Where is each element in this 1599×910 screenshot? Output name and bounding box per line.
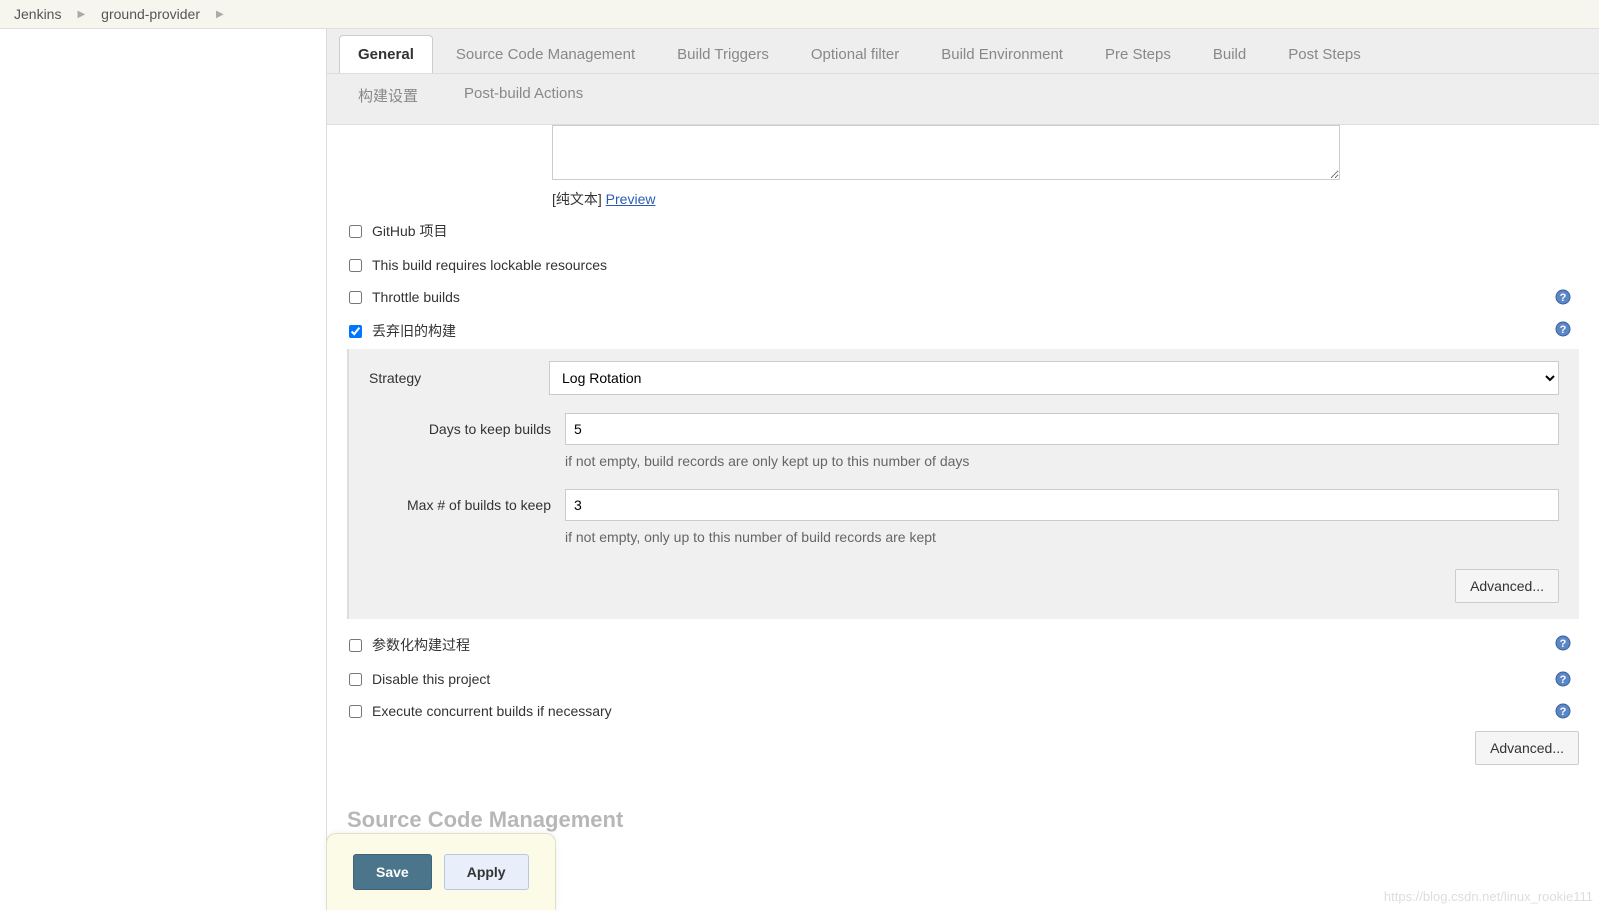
save-button[interactable]: Save	[353, 854, 432, 890]
tab-general[interactable]: General	[339, 35, 433, 73]
throttle-checkbox[interactable]	[349, 291, 362, 304]
description-textarea[interactable]	[552, 125, 1340, 180]
parameterized-label[interactable]: 参数化构建过程	[372, 635, 470, 655]
help-icon[interactable]: ?	[1555, 289, 1571, 305]
tab-scm[interactable]: Source Code Management	[437, 35, 654, 73]
github-project-checkbox[interactable]	[349, 225, 362, 238]
tab-post-build-actions[interactable]: Post-build Actions	[445, 74, 602, 116]
option-github-project: GitHub 项目	[347, 213, 1579, 249]
option-parameterized: 参数化构建过程 ?	[347, 627, 1579, 663]
svg-text:?: ?	[1560, 292, 1567, 304]
tab-build-environment[interactable]: Build Environment	[922, 35, 1082, 73]
tab-build-triggers[interactable]: Build Triggers	[658, 35, 788, 73]
breadcrumb-jenkins[interactable]: Jenkins	[14, 6, 61, 22]
help-icon[interactable]: ?	[1555, 635, 1571, 651]
lockable-checkbox[interactable]	[349, 259, 362, 272]
option-discard-old-builds: 丢弃旧的构建 ?	[347, 313, 1579, 349]
svg-text:?: ?	[1560, 638, 1567, 650]
help-icon[interactable]: ?	[1555, 703, 1571, 719]
discard-old-config: Strategy Log Rotation Days to keep build…	[347, 349, 1579, 619]
days-to-keep-input[interactable]	[565, 413, 1559, 445]
strategy-select[interactable]: Log Rotation	[549, 361, 1559, 395]
tab-build[interactable]: Build	[1194, 35, 1265, 73]
parameterized-checkbox[interactable]	[349, 639, 362, 652]
preview-link[interactable]: Preview	[606, 191, 656, 207]
config-form: General Source Code Management Build Tri…	[326, 29, 1599, 899]
max-builds-hint: if not empty, only up to this number of …	[565, 529, 1559, 545]
option-throttle-builds: Throttle builds ?	[347, 281, 1579, 313]
apply-button[interactable]: Apply	[444, 854, 529, 890]
days-to-keep-hint: if not empty, build records are only kep…	[565, 453, 1559, 469]
section-heading-scm: Source Code Management	[327, 789, 1599, 833]
throttle-label[interactable]: Throttle builds	[372, 289, 460, 305]
chevron-right-icon: ▶	[216, 9, 224, 20]
chevron-right-icon: ▶	[77, 9, 85, 20]
option-lockable-resources: This build requires lockable resources	[347, 249, 1579, 281]
lockable-label[interactable]: This build requires lockable resources	[372, 257, 607, 273]
help-icon[interactable]: ?	[1555, 321, 1571, 337]
max-builds-input[interactable]	[565, 489, 1559, 521]
concurrent-label[interactable]: Execute concurrent builds if necessary	[372, 703, 612, 719]
tab-post-steps[interactable]: Post Steps	[1269, 35, 1380, 73]
github-project-label[interactable]: GitHub 项目	[372, 221, 447, 241]
floating-action-bar: Save Apply	[326, 833, 556, 910]
max-builds-label: Max # of builds to keep	[399, 489, 565, 513]
breadcrumb: Jenkins ▶ ground-provider ▶	[0, 0, 1599, 29]
tab-build-settings[interactable]: 构建设置	[339, 74, 437, 116]
svg-text:?: ?	[1560, 324, 1567, 336]
sidebar-placeholder	[0, 29, 326, 899]
discard-old-label[interactable]: 丢弃旧的构建	[372, 321, 456, 341]
disable-checkbox[interactable]	[349, 673, 362, 686]
discard-old-checkbox[interactable]	[349, 325, 362, 338]
help-icon[interactable]: ?	[1555, 671, 1571, 687]
tab-optional-filter[interactable]: Optional filter	[792, 35, 918, 73]
config-tabs-row1: General Source Code Management Build Tri…	[327, 29, 1599, 74]
disable-label[interactable]: Disable this project	[372, 671, 490, 687]
svg-text:?: ?	[1560, 706, 1567, 718]
strategy-label: Strategy	[369, 370, 549, 386]
tab-pre-steps[interactable]: Pre Steps	[1086, 35, 1190, 73]
description-hint: [纯文本] Preview	[552, 189, 1579, 209]
days-to-keep-label: Days to keep builds	[399, 413, 565, 437]
option-concurrent-builds: Execute concurrent builds if necessary ?	[347, 695, 1579, 727]
config-tabs-row2: 构建设置 Post-build Actions	[327, 74, 1599, 125]
description-format-label: [纯文本]	[552, 191, 606, 207]
concurrent-checkbox[interactable]	[349, 705, 362, 718]
advanced-button-general[interactable]: Advanced...	[1475, 731, 1579, 765]
breadcrumb-project[interactable]: ground-provider	[101, 6, 200, 22]
advanced-button[interactable]: Advanced...	[1455, 569, 1559, 603]
svg-text:?: ?	[1560, 674, 1567, 686]
option-disable-project: Disable this project ?	[347, 663, 1579, 695]
